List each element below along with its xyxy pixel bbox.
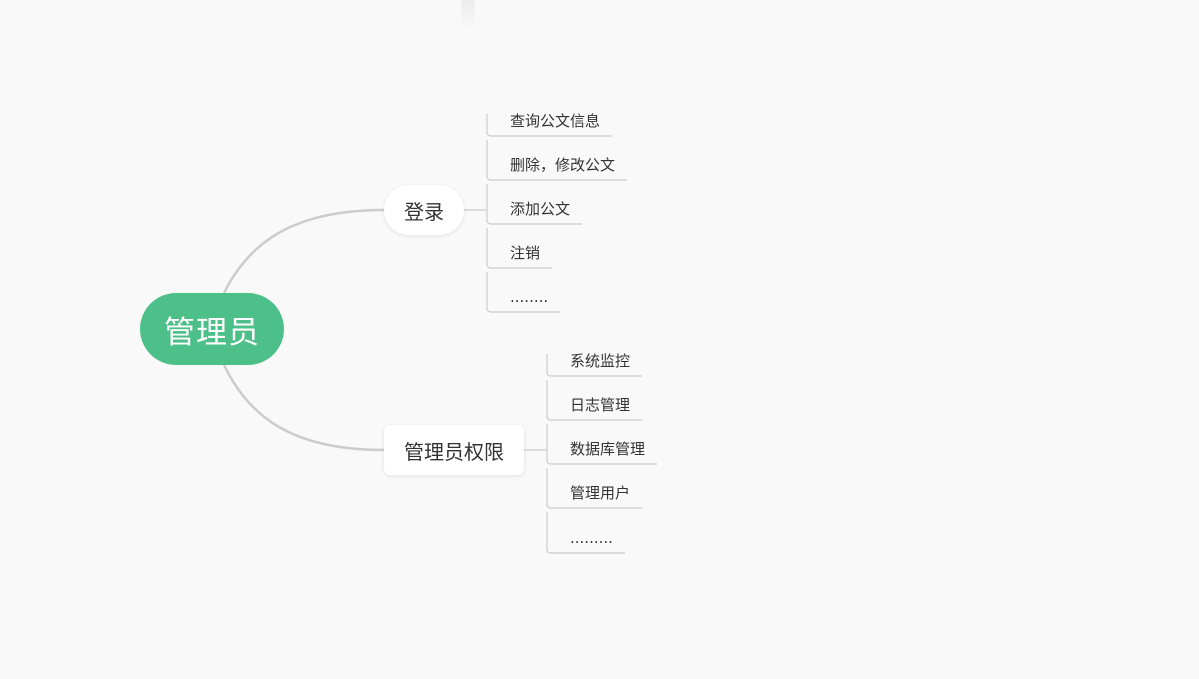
leaf-node-label: 系统监控 (570, 352, 631, 370)
mind-map-canvas: 管理员 登录 管理员权限 查询公文信息 删除，修改公文 添加公文 注销 ....… (0, 0, 1199, 679)
leaf-node-label: ......... (570, 529, 613, 547)
leaf-node[interactable]: 系统监控 (547, 349, 630, 373)
leaf-node-label: 日志管理 (570, 396, 631, 414)
leaf-node[interactable]: 日志管理 (547, 393, 630, 417)
leaf-node-label: 添加公文 (510, 200, 571, 218)
root-node-label: 管理员 (164, 314, 260, 351)
leaf-node-label: 删除，修改公文 (510, 156, 616, 174)
leaf-node-label: 管理用户 (570, 484, 631, 502)
leaf-node[interactable]: 添加公文 (487, 197, 570, 221)
leaf-node[interactable]: ........ (487, 285, 548, 309)
leaf-node-label: 查询公文信息 (510, 112, 601, 130)
branch-node-login[interactable]: 登录 (384, 185, 464, 235)
root-to-branch-1-connector (222, 364, 385, 452)
root-node-admin[interactable]: 管理员 (140, 293, 284, 365)
leaf-node[interactable]: 查询公文信息 (487, 109, 600, 133)
leaf-node[interactable]: 注销 (487, 241, 540, 265)
branch-node-label: 登录 (404, 199, 444, 224)
root-to-branch-0-connector (222, 208, 385, 294)
branch-node-admin-permissions[interactable]: 管理员权限 (384, 425, 524, 475)
leaf-node[interactable]: ......... (547, 526, 613, 550)
leaf-node-label: ........ (510, 288, 549, 306)
leaf-node[interactable]: 数据库管理 (547, 437, 645, 461)
leaf-node-label: 注销 (510, 244, 541, 262)
leaf-node[interactable]: 管理用户 (547, 481, 630, 505)
leaf-node-label: 数据库管理 (570, 440, 646, 458)
branch-node-label: 管理员权限 (404, 439, 504, 464)
leaf-node[interactable]: 删除，修改公文 (487, 153, 615, 177)
